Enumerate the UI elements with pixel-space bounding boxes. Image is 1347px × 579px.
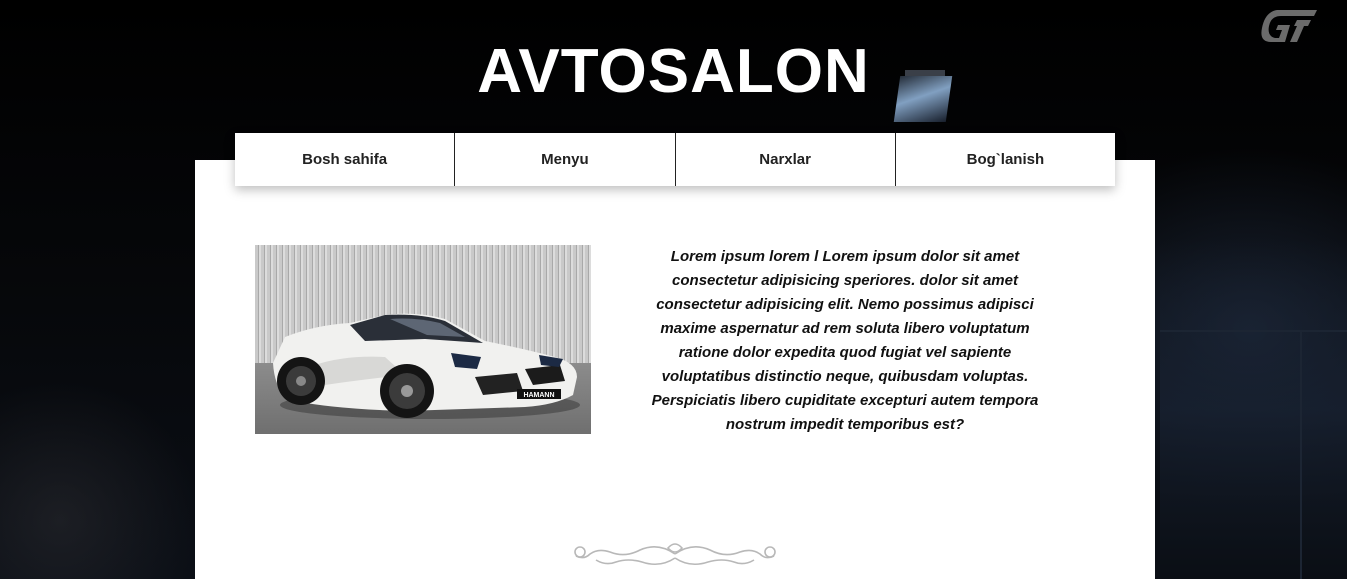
license-plate-text: HAMANN: [523, 392, 554, 399]
page: AVTOSALON Bosh sahifa Menyu Narxlar Bog`…: [0, 0, 1347, 579]
nav-item-contact[interactable]: Bog`lanish: [894, 133, 1115, 186]
sports-car-illustration: HAMANN: [273, 313, 580, 419]
description-text: Lorem ipsum lorem l Lorem ipsum dolor si…: [651, 248, 1039, 433]
nav-item-home[interactable]: Bosh sahifa: [235, 133, 454, 186]
car-image: HAMANN: [255, 245, 591, 434]
main-navigation: Bosh sahifa Menyu Narxlar Bog`lanish: [235, 133, 1115, 186]
nav-item-menu[interactable]: Menyu: [454, 133, 674, 186]
flourish-divider-icon: [574, 543, 776, 566]
background-line: [1300, 330, 1302, 579]
site-title: AVTOSALON: [477, 37, 870, 106]
background-line: [1160, 330, 1347, 332]
nav-item-prices[interactable]: Narxlar: [674, 133, 895, 186]
background-building: [1160, 240, 1347, 579]
